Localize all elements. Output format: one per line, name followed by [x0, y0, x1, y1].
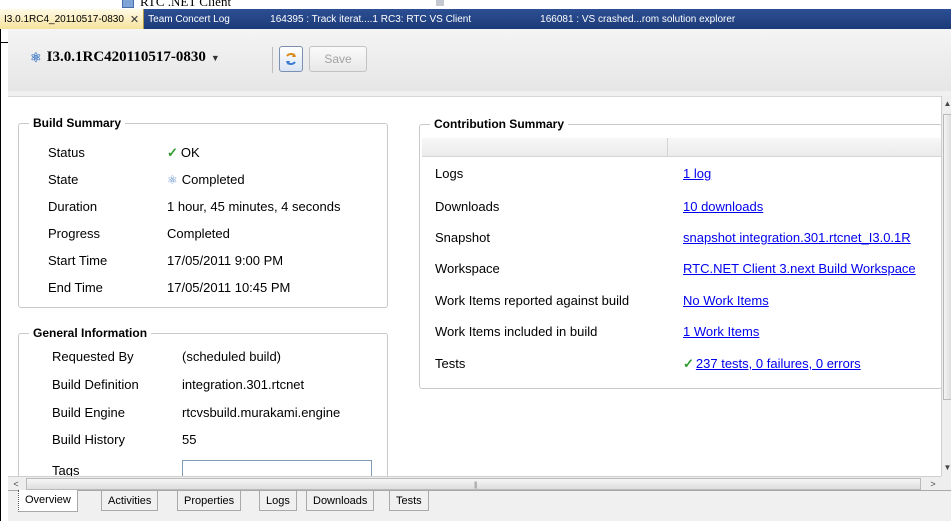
tab-downloads[interactable]: Downloads — [306, 491, 375, 511]
build-result-editor-window: RTC .NET Client I3.0.1RC4_20110517-0830 … — [0, 0, 951, 521]
horizontal-scroll-thumb[interactable]: ||| — [26, 478, 921, 490]
work-items-reported-link[interactable]: No Work Items — [683, 293, 769, 308]
tests-label: Tests — [435, 356, 466, 371]
status-label: Status — [48, 145, 85, 160]
progress-value: Completed — [167, 226, 230, 241]
logs-label: Logs — [435, 166, 464, 181]
tab-overview[interactable]: Overview — [18, 490, 78, 512]
workspace-label: Workspace — [435, 261, 500, 276]
requested-by-value: (scheduled build) — [182, 349, 282, 364]
build-state-icon: ⚛ — [167, 173, 178, 187]
section-title: Build Summary — [29, 116, 126, 130]
tab-build-result[interactable]: I3.0.1RC4_20110517-0830 ✕ — [0, 9, 145, 29]
work-items-reported-label: Work Items reported against build — [435, 293, 630, 308]
scroll-down-icon[interactable]: ▼ — [943, 460, 951, 476]
background-window-strip: RTC .NET Client — [0, 0, 951, 9]
end-time-label: End Time — [48, 280, 103, 295]
duration-label: Duration — [48, 199, 98, 214]
section-title: General Information — [29, 326, 152, 340]
tab-logs[interactable]: Logs — [259, 491, 297, 511]
tab-label: Team Concert Log — [148, 13, 230, 25]
build-title-dropdown[interactable]: ⚛ I3.0.1RC420110517-0830 ▼ — [30, 49, 220, 66]
scroll-left-icon[interactable]: < — [8, 477, 24, 491]
tab-label: I3.0.1RC4_20110517-0830 — [4, 13, 124, 25]
tests-link[interactable]: 237 tests, 0 failures, 0 errors — [696, 356, 861, 371]
status-value: ✓ OK — [167, 145, 200, 160]
editor-tab-strip: I3.0.1RC4_20110517-0830 ✕ Team Concert L… — [0, 9, 951, 29]
tab-label: 164395 : Track iterat....1 RC3: RTC VS C… — [270, 13, 472, 25]
build-definition-value: integration.301.rtcnet — [182, 377, 305, 392]
background-window-mark — [436, 0, 444, 6]
project-icon — [122, 0, 134, 8]
downloads-link[interactable]: 10 downloads — [683, 199, 763, 214]
end-time-value: 17/05/2011 10:45 PM — [167, 280, 291, 295]
tab-properties[interactable]: Properties — [177, 491, 242, 511]
window-edge — [0, 29, 1, 521]
chevron-down-icon[interactable]: ▼ — [211, 53, 220, 63]
tab-work-item-164395[interactable]: 164395 : Track iterat....1 RC3: RTC VS C… — [266, 9, 536, 29]
toolbar-separator — [272, 47, 273, 73]
refresh-button[interactable] — [279, 46, 303, 72]
scroll-right-icon[interactable]: > — [925, 477, 941, 491]
requested-by-label: Requested By — [52, 349, 134, 364]
build-engine-label: Build Engine — [52, 405, 125, 420]
build-title: I3.0.1RC420110517-0830 — [46, 49, 206, 65]
state-value: ⚛ Completed — [167, 172, 245, 187]
section-title: Contribution Summary — [430, 117, 569, 131]
logs-link[interactable]: 1 log — [683, 166, 711, 181]
scrollbar-corner — [941, 476, 951, 490]
start-time-value: 17/05/2011 9:00 PM — [167, 253, 284, 268]
duration-value: 1 hour, 45 minutes, 4 seconds — [167, 199, 341, 214]
snapshot-label: Snapshot — [435, 230, 490, 245]
contribution-table-header — [422, 138, 941, 157]
build-result-icon: ⚛ — [30, 49, 42, 65]
tab-tests[interactable]: Tests — [389, 491, 429, 511]
refresh-icon — [286, 53, 296, 65]
vertical-scrollbar[interactable]: ▲ ▼ — [941, 96, 951, 476]
contribution-table-column-divider — [667, 138, 668, 156]
tab-label: 166081 : VS crashed...rom solution explo… — [540, 13, 736, 25]
scroll-grip-icon: ||| — [474, 482, 478, 489]
workspace-link[interactable]: RTC.NET Client 3.next Build Workspace — [683, 261, 916, 276]
build-engine-value: rtcvsbuild.murakami.engine — [182, 405, 341, 420]
work-items-included-link[interactable]: 1 Work Items — [683, 324, 759, 339]
close-icon[interactable]: ✕ — [130, 13, 139, 26]
tab-activities[interactable]: Activities — [101, 491, 159, 511]
horizontal-scrollbar[interactable]: < ||| > — [8, 476, 941, 491]
build-history-value: 55 — [182, 432, 197, 447]
tab-team-concert-log[interactable]: Team Concert Log — [144, 9, 266, 29]
build-definition-label: Build Definition — [52, 377, 139, 392]
snapshot-link[interactable]: snapshot integration.301.rtcnet_I3.0.1R — [683, 230, 911, 245]
downloads-label: Downloads — [435, 199, 500, 214]
vertical-scroll-thumb[interactable] — [943, 114, 951, 400]
start-time-label: Start Time — [48, 253, 108, 268]
tests-value: ✓ 237 tests, 0 failures, 0 errors — [683, 356, 861, 372]
page-tabs: Overview Activities Properties Logs Down… — [8, 490, 951, 521]
tab-work-item-166081[interactable]: 166081 : VS crashed...rom solution explo… — [536, 9, 745, 29]
save-button[interactable]: Save — [309, 46, 367, 72]
contribution-summary-section: Contribution Summary — [419, 117, 942, 389]
state-label: State — [48, 172, 79, 187]
progress-label: Progress — [48, 226, 101, 241]
build-history-label: Build History — [52, 432, 125, 447]
scroll-up-icon[interactable]: ▲ — [943, 96, 951, 112]
check-icon: ✓ — [683, 356, 694, 371]
editor-header: ⚛ I3.0.1RC420110517-0830 ▼ Save — [8, 29, 951, 92]
check-icon: ✓ — [167, 145, 178, 160]
work-items-included-label: Work Items included in build — [435, 324, 598, 339]
